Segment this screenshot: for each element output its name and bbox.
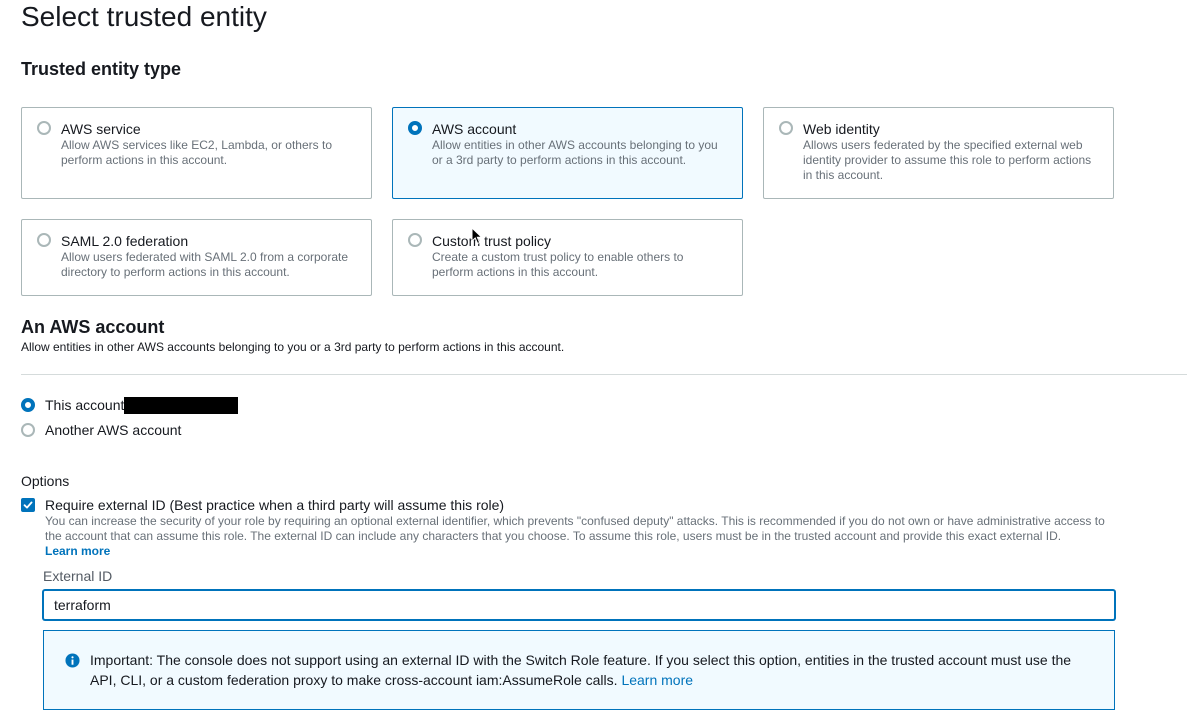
trusted-entity-type-heading: Trusted entity type <box>21 59 182 79</box>
aws-service-radio[interactable] <box>37 121 51 135</box>
web-identity-radio[interactable] <box>779 121 793 135</box>
page-title: Select trusted entity <box>21 1 267 32</box>
external-id-learn-more-link[interactable]: Learn more <box>45 544 110 559</box>
tile-custom-trust-policy[interactable]: Custom trust policy Create a custom trus… <box>392 219 743 296</box>
tile-label: SAML 2.0 federation <box>61 233 189 249</box>
tile-description: Allow users federated with SAML 2.0 from… <box>61 250 349 279</box>
alert-text-block: Important: The console does not support … <box>90 650 1090 690</box>
checkmark-icon <box>23 501 33 509</box>
tile-description: Allows users federated by the specified … <box>803 138 1092 182</box>
tile-description: Create a custom trust policy to enable o… <box>432 250 684 279</box>
redacted-account-id <box>124 396 239 414</box>
aws-account-description: Allow entities in other AWS accounts bel… <box>21 340 565 354</box>
saml-federation-radio[interactable] <box>37 233 51 247</box>
tile-label: AWS service <box>61 121 141 137</box>
section-divider <box>21 374 1187 375</box>
tile-label: AWS account <box>432 121 517 137</box>
another-account-option[interactable]: Another AWS account <box>21 421 181 439</box>
select-trusted-entity-page: Select trusted entity Trusted entity typ… <box>0 0 1187 717</box>
tile-label: Custom trust policy <box>432 233 552 249</box>
aws-account-radio[interactable] <box>408 121 422 135</box>
tile-saml-federation[interactable]: SAML 2.0 federation Allow users federate… <box>21 219 372 296</box>
require-external-id-label[interactable]: Require external ID (Best practice when … <box>45 496 504 514</box>
another-account-radio[interactable] <box>21 423 35 437</box>
tile-description: Allow entities in other AWS accounts bel… <box>432 138 718 167</box>
alert-message: Important: The console does not support … <box>90 652 1072 688</box>
tile-description: Allow AWS services like EC2, Lambda, or … <box>61 138 332 167</box>
custom-trust-policy-radio[interactable] <box>408 233 422 247</box>
tile-aws-service[interactable]: AWS service Allow AWS services like EC2,… <box>21 107 372 199</box>
info-circle-icon <box>65 653 80 668</box>
external-id-label: External ID <box>43 568 113 584</box>
external-id-input[interactable] <box>43 590 1115 620</box>
aws-account-heading: An AWS account <box>21 317 165 337</box>
require-external-id-description: You can increase the security of your ro… <box>45 514 1105 543</box>
alert-learn-more-link[interactable]: Learn more <box>621 672 693 688</box>
this-account-option[interactable]: This account <box>21 396 239 414</box>
options-label: Options <box>21 473 70 489</box>
tile-aws-account[interactable]: AWS account Allow entities in other AWS … <box>392 107 743 199</box>
require-external-id-checkbox[interactable] <box>21 498 35 512</box>
this-account-label: This account <box>45 397 125 413</box>
another-account-label: Another AWS account <box>45 422 182 438</box>
tile-label: Web identity <box>803 121 880 137</box>
this-account-radio[interactable] <box>21 398 35 412</box>
info-alert: Important: The console does not support … <box>43 630 1115 710</box>
tile-web-identity[interactable]: Web identity Allows users federated by t… <box>763 107 1114 199</box>
